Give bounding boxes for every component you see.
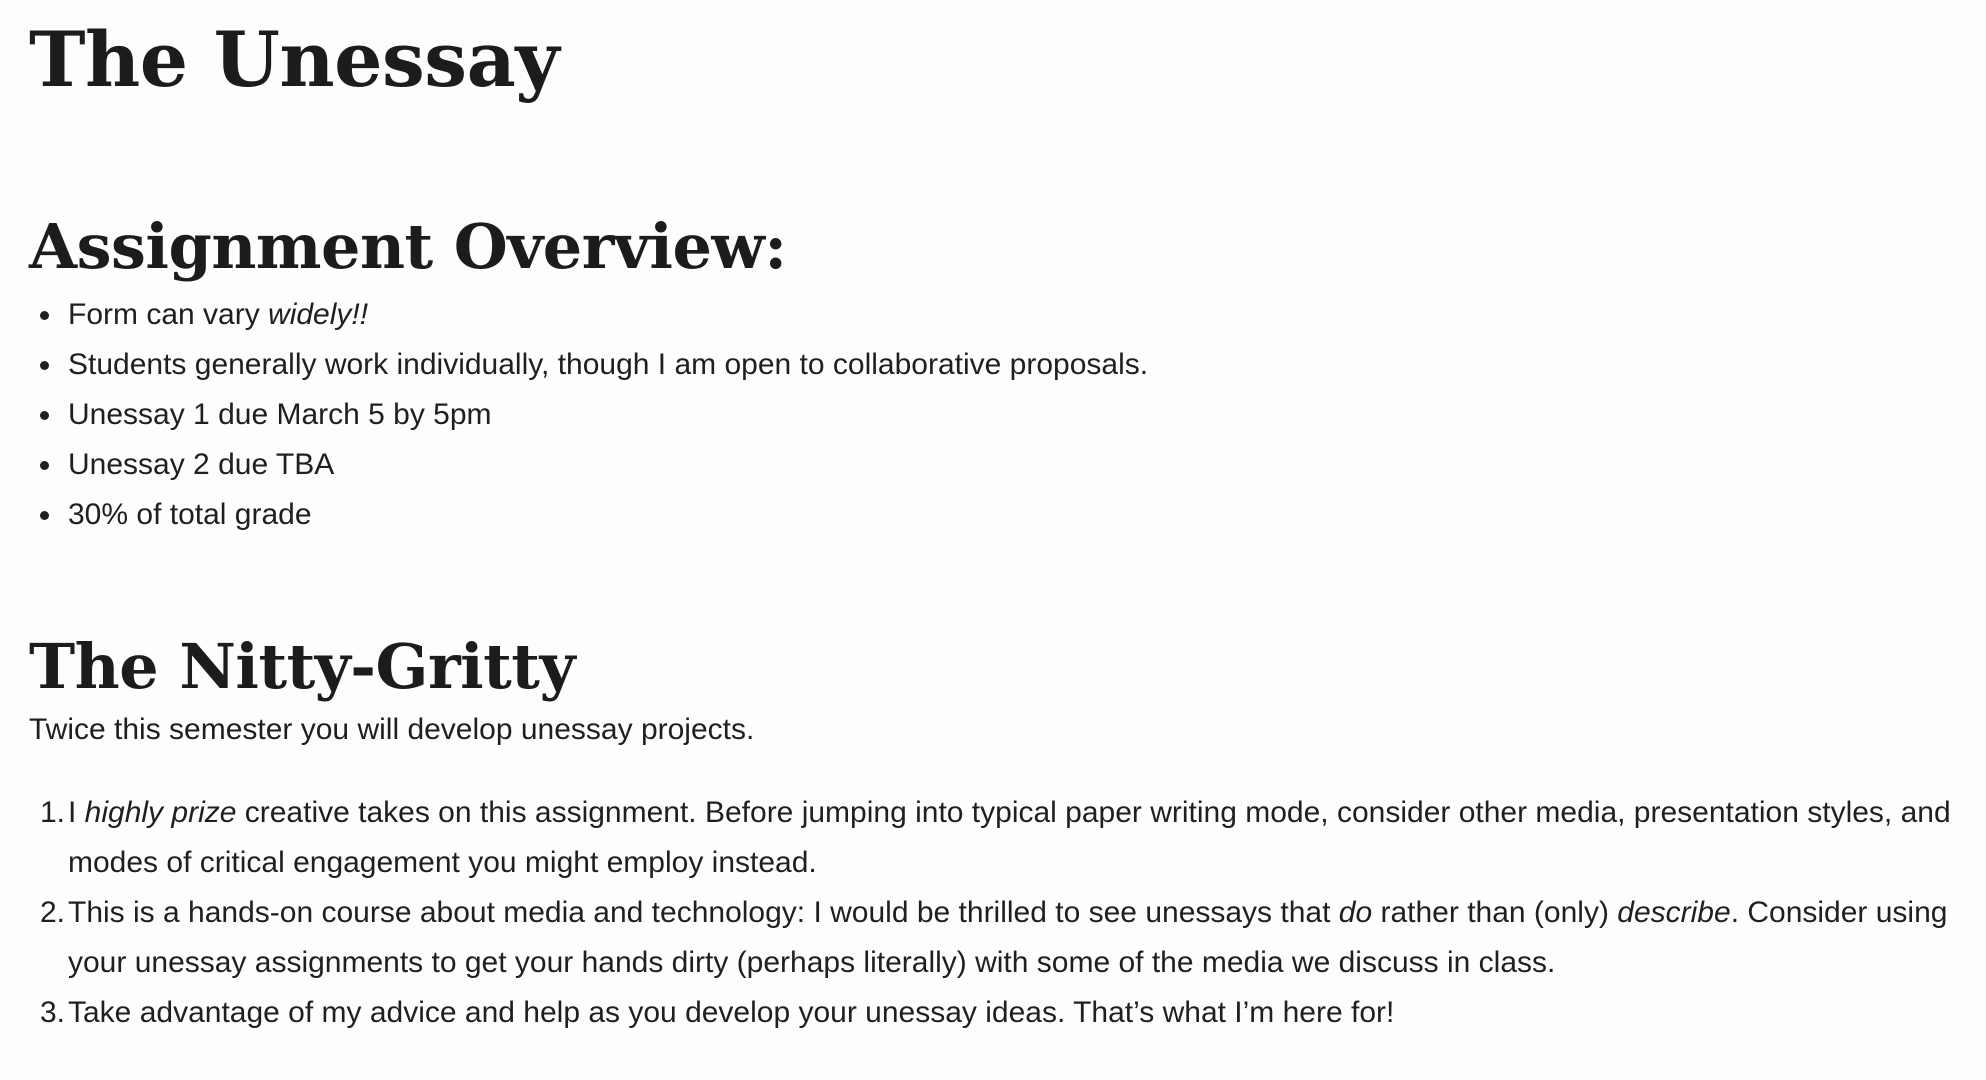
list-item-text: Take advantage of my advice and help as … — [68, 996, 1395, 1029]
list-item-text: This is a hands-on course about media an… — [68, 896, 1339, 929]
bullet-icon — [40, 411, 49, 420]
page-title: The Unessay — [29, 15, 560, 104]
bullet-icon — [40, 461, 49, 470]
list-item-text: Unessay 1 due March 5 by 5pm — [68, 398, 492, 431]
list-item-number: 2. — [39, 896, 65, 929]
list-item-number: 3. — [39, 996, 65, 1029]
list-item-text: I — [68, 796, 85, 829]
list-item-emphasis: widely!! — [268, 298, 369, 331]
bullet-icon — [40, 511, 49, 520]
list-item-number: 1. — [39, 796, 65, 829]
list-item: Unessay 2 due TBA — [40, 440, 1986, 490]
list-item: 3. Take advantage of my advice and help a… — [40, 988, 1986, 1038]
list-item-emphasis: highly prize — [84, 796, 237, 829]
list-item: 1. I highly prize creative takes on this … — [40, 788, 1986, 888]
list-item-emphasis: describe — [1617, 896, 1731, 929]
list-item: Students generally work individually, th… — [40, 340, 1986, 390]
list-item: Form can vary widely!! — [40, 290, 1986, 340]
page: The Unessay Assignment Overview: Form ca… — [0, 0, 1986, 1080]
list-item-text: Unessay 2 due TBA — [68, 448, 335, 481]
list-item-emphasis: do — [1338, 896, 1373, 929]
nitty-gritty-heading: The Nitty-Gritty — [29, 630, 575, 703]
overview-heading: Assignment Overview: — [29, 210, 787, 283]
list-item-text: 30% of total grade — [68, 498, 312, 531]
list-item: 30% of total grade — [40, 490, 1986, 540]
bullet-icon — [40, 311, 49, 320]
list-item-text: Form can vary — [68, 298, 269, 331]
list-item: Unessay 1 due March 5 by 5pm — [40, 390, 1986, 440]
intro-paragraph: Twice this semester you will develop une… — [29, 713, 755, 746]
overview-list: Form can vary widely!! Students generall… — [29, 290, 1986, 540]
list-item-text: Students generally work individually, th… — [68, 348, 1149, 381]
steps-list: 1. I highly prize creative takes on this … — [29, 788, 1986, 1038]
list-item-text: rather than (only) — [1372, 896, 1618, 929]
list-item-text: creative takes on this assignment. Befor… — [68, 796, 1951, 879]
list-item: 2. This is a hands-on course about media … — [40, 888, 1986, 988]
bullet-icon — [40, 361, 49, 370]
